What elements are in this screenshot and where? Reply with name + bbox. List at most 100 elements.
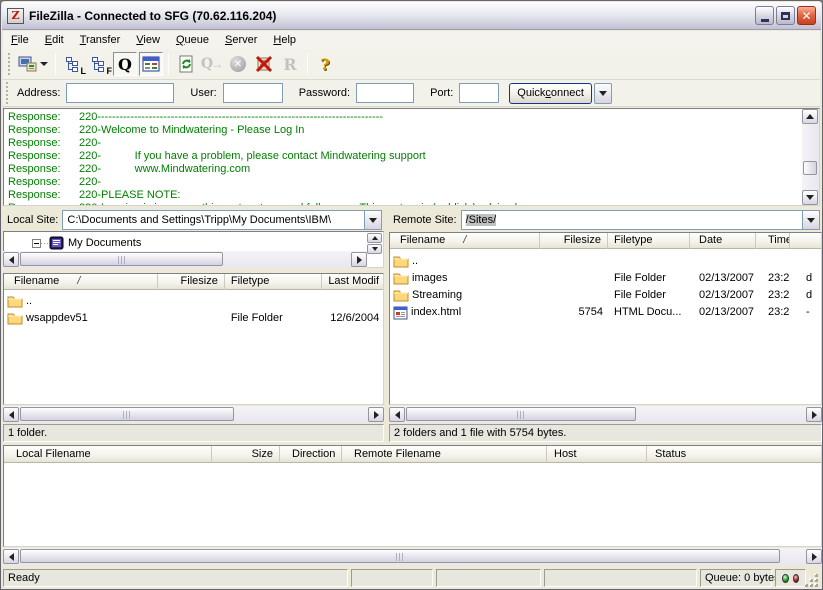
menu-queue[interactable]: Queue — [168, 32, 217, 48]
quickconnect-button[interactable]: Quickconnect — [509, 83, 592, 104]
column-header-last-modified[interactable]: Last Modif — [322, 274, 383, 290]
filezilla-app-icon: Z — [7, 8, 24, 24]
scroll-right-button[interactable] — [806, 407, 822, 422]
minimize-button[interactable] — [755, 6, 774, 25]
toggle-transfer-view-button[interactable] — [139, 52, 163, 76]
scroll-up-button[interactable] — [802, 109, 818, 124]
tree-item-my-documents[interactable]: My Documents — [4, 235, 141, 251]
remote-row-images[interactable]: images File Folder 02/13/2007 23:28 d — [390, 270, 821, 287]
site-manager-button[interactable] — [16, 52, 50, 76]
local-site-dropdown-button[interactable] — [364, 211, 381, 229]
menu-edit[interactable]: Edit — [37, 32, 72, 48]
menu-view[interactable]: View — [128, 32, 168, 48]
arrow-up-icon — [806, 114, 814, 119]
remote-site-bar: Remote Site: /Sites/ — [389, 209, 822, 231]
local-tree-horizontal-scrollbar[interactable] — [3, 251, 367, 268]
remote-row-index-html[interactable]: index.html 5754 HTML Docu... 02/13/2007 … — [390, 304, 821, 321]
quickconnect-dropdown-button[interactable] — [594, 83, 612, 104]
scrollbar-thumb[interactable] — [803, 161, 817, 175]
column-header-filename[interactable]: Filename/ — [4, 274, 158, 290]
column-header-permissions[interactable] — [790, 233, 821, 249]
arrow-right-icon — [374, 411, 379, 419]
column-header-filesize[interactable]: Filesize — [540, 233, 608, 249]
refresh-button[interactable] — [174, 52, 198, 76]
address-input[interactable] — [66, 83, 174, 103]
menu-file[interactable]: File — [3, 32, 37, 48]
chevron-down-icon — [807, 218, 815, 223]
scroll-left-button[interactable] — [3, 549, 19, 564]
maximize-button[interactable] — [776, 6, 795, 25]
disconnect-button[interactable] — [252, 52, 276, 76]
close-button[interactable]: ✕ — [797, 6, 816, 25]
remote-site-dropdown-button[interactable] — [802, 211, 819, 229]
toolbar-grip[interactable] — [6, 53, 11, 75]
title-bar: Z FileZilla - Connected to SFG (70.62.11… — [2, 2, 821, 30]
remote-row-streaming[interactable]: Streaming File Folder 02/13/2007 23:28 d — [390, 287, 821, 304]
menu-server[interactable]: Server — [217, 32, 265, 48]
folder-icon — [7, 295, 23, 308]
tree-collapse-icon[interactable] — [32, 239, 41, 248]
column-header-direction[interactable]: Direction — [280, 446, 342, 463]
process-queue-button[interactable]: Q → — [200, 52, 224, 76]
scroll-down-button[interactable] — [802, 190, 818, 205]
chevron-down-icon — [599, 91, 607, 96]
toggle-remote-tree-button[interactable]: F — [87, 52, 111, 76]
reconnect-button[interactable]: R — [278, 52, 302, 76]
help-button[interactable]: ? — [313, 52, 337, 76]
log-vertical-scrollbar[interactable] — [802, 109, 819, 205]
column-header-remote-filename[interactable]: Remote Filename — [342, 446, 547, 463]
status-pane — [544, 569, 697, 587]
arrow-down-icon — [806, 195, 814, 200]
local-site-combo[interactable]: C:\Documents and Settings\Tripp\My Docum… — [62, 210, 382, 230]
scrollbar-thumb[interactable] — [20, 407, 234, 421]
toggle-queue-button[interactable]: Q — [113, 52, 137, 76]
column-header-time[interactable]: Time — [756, 233, 790, 249]
menu-help[interactable]: Help — [265, 32, 304, 48]
scroll-right-button[interactable] — [806, 549, 822, 564]
scroll-left-button[interactable] — [3, 407, 19, 422]
local-row-parent-dir[interactable]: .. — [4, 293, 383, 310]
scroll-left-button[interactable] — [3, 252, 19, 267]
scroll-right-button[interactable] — [351, 252, 367, 267]
local-row-wsappdev51[interactable]: wsappdev51 File Folder 12/6/2004 — [4, 310, 383, 327]
queue-horizontal-scrollbar[interactable] — [3, 548, 822, 565]
remote-row-parent-dir[interactable]: .. — [390, 253, 821, 270]
scrollbar-thumb[interactable] — [406, 407, 636, 421]
toggle-local-tree-button[interactable]: L — [61, 52, 85, 76]
close-icon: ✕ — [801, 10, 811, 22]
column-header-filename[interactable]: Filename/ — [390, 233, 540, 249]
scroll-up-button[interactable] — [367, 233, 382, 243]
address-label: Address: — [17, 87, 60, 99]
arrow-left-icon — [9, 553, 14, 561]
column-header-filetype[interactable]: Filetype — [608, 233, 690, 249]
scroll-left-button[interactable] — [389, 407, 405, 422]
column-header-filesize[interactable]: Filesize — [158, 274, 225, 290]
scrollbar-thumb[interactable] — [20, 252, 223, 266]
tree-vertical-scrollbar[interactable] — [367, 233, 382, 255]
scroll-down-button[interactable] — [367, 244, 382, 254]
column-header-date[interactable]: Date — [690, 233, 756, 249]
cancel-button[interactable]: ✕ — [226, 52, 250, 76]
column-header-size[interactable]: Size — [212, 446, 280, 463]
resize-grip[interactable] — [805, 574, 819, 588]
menu-transfer[interactable]: Transfer — [72, 32, 129, 48]
chevron-down-icon — [369, 218, 377, 223]
column-header-local-filename[interactable]: Local Filename — [4, 446, 212, 463]
send-led-icon — [782, 574, 789, 583]
transfer-queue: Local Filename Size Direction Remote Fil… — [3, 445, 822, 547]
remote-site-combo[interactable]: /Sites/ — [461, 210, 820, 230]
scrollbar-thumb[interactable] — [20, 549, 780, 563]
port-input[interactable] — [459, 83, 499, 103]
toolbar: L F Q — [3, 49, 820, 80]
quickbar-grip[interactable] — [4, 82, 9, 104]
local-site-bar: Local Site: C:\Documents and Settings\Tr… — [3, 209, 384, 231]
user-input[interactable] — [223, 83, 283, 103]
site-manager-icon — [18, 55, 38, 73]
column-header-status[interactable]: Status — [647, 446, 821, 463]
scroll-right-button[interactable] — [368, 407, 384, 422]
remote-list-horizontal-scrollbar[interactable] — [389, 406, 822, 423]
column-header-host[interactable]: Host — [547, 446, 647, 463]
column-header-filetype[interactable]: Filetype — [225, 274, 322, 290]
local-list-horizontal-scrollbar[interactable] — [3, 406, 384, 423]
password-input[interactable] — [356, 83, 414, 103]
